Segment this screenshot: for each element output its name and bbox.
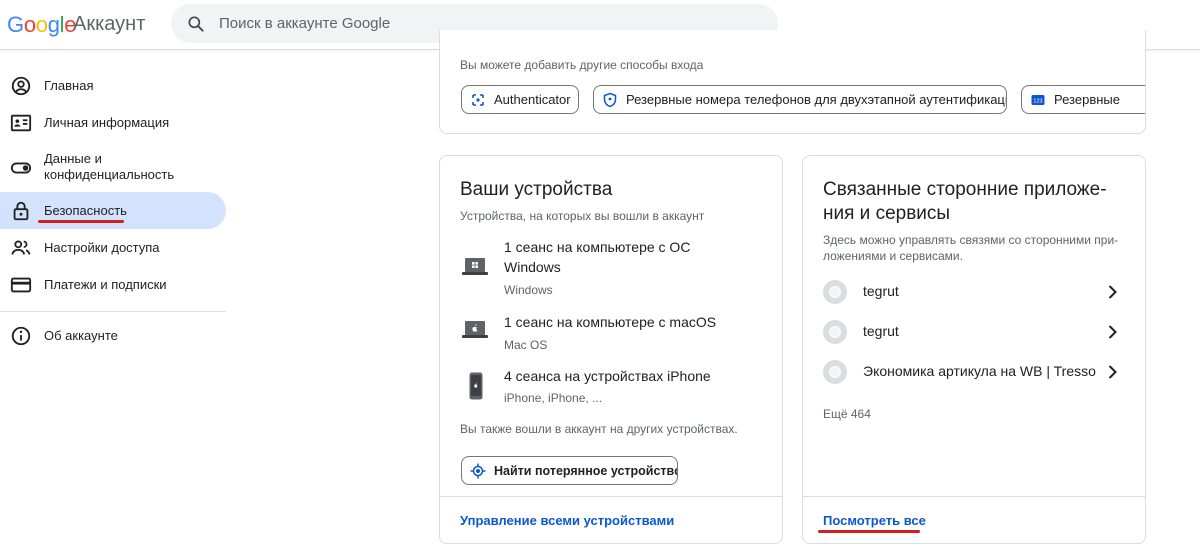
app-item[interactable]: Экономика артикула на WB | Tresso (803, 352, 1144, 392)
manage-devices-link[interactable]: Управление всеми устройствами (460, 513, 674, 528)
apps-title: Связанные сторонние приложе- (823, 179, 1107, 200)
app-avatar (823, 360, 847, 384)
credit-card-icon (10, 277, 32, 293)
id-card-icon (10, 114, 32, 132)
app-name: tegrut (863, 283, 899, 299)
sidebar-item-label: Главная (44, 78, 94, 93)
info-icon (11, 326, 31, 346)
card-divider (440, 496, 782, 497)
devices-subtitle: Устройства, на которых вы вошли в аккаун… (460, 209, 705, 223)
card-divider (803, 496, 1145, 497)
chevron-right-icon (1108, 325, 1117, 339)
devices-title: Ваши устройства (460, 179, 613, 200)
device-title: 1 сеанс на компьютере с macOS (504, 314, 717, 330)
find-lost-device-button[interactable]: Найти потерянное устройство (461, 456, 678, 485)
more-apps-count: Ещё 464 (823, 407, 871, 421)
device-title: 4 сеанса на устройствах iPhone (504, 368, 711, 384)
signin-methods-hint: Вы можете добавить другие способы входа (460, 58, 704, 72)
annotation-underline (818, 530, 920, 533)
device-subtitle: Windows (504, 283, 553, 297)
authenticator-chip[interactable]: Authenticator (461, 85, 579, 114)
toggle-icon (10, 162, 32, 174)
device-title-cont: Windows (504, 259, 561, 275)
device-title: 1 сеанс на компьютере с ОС (504, 239, 691, 255)
chevron-right-icon (1108, 365, 1117, 379)
account-circle-icon (11, 76, 31, 96)
sidebar-item-label: Настройки доступа (44, 240, 160, 255)
chip-label: Резервные (1054, 92, 1120, 107)
chip-label: Резервные номера телефонов для двухэтапн… (626, 92, 1007, 107)
google-logo[interactable]: Google (7, 12, 76, 38)
people-icon (11, 240, 31, 255)
app-name: Экономика артикула на WB | Tresso (863, 363, 1096, 379)
sidebar-item-home[interactable]: Главная (0, 72, 226, 100)
locate-icon (470, 463, 486, 478)
see-all-link[interactable]: Посмотреть все (823, 513, 926, 528)
apps-description: Здесь можно управлять связями со сторонн… (823, 233, 1119, 247)
chevron-right-icon (1108, 285, 1117, 299)
authenticator-icon (472, 93, 484, 106)
sidebar-item-label: Платежи и подписки (44, 277, 167, 292)
app-avatar (823, 280, 847, 304)
sidebar-item-payments[interactable]: Платежи и подписки (0, 271, 226, 299)
backup-codes-chip[interactable]: 123 Резервные (1021, 85, 1145, 114)
apps-description-cont: ложениями и сервисами. (823, 249, 963, 263)
backup-phones-chip[interactable]: Резервные номера телефонов для двухэтапн… (593, 85, 1007, 114)
sidebar-item-label: Личная информация (44, 115, 170, 130)
app-avatar (823, 320, 847, 344)
sidebar-item-sharing[interactable]: Настройки доступа (0, 234, 226, 262)
sidebar-item-security[interactable]: Безопасность (0, 192, 226, 229)
shield-icon (603, 92, 617, 107)
apps-title-cont: ния и сервисы (823, 203, 951, 224)
sidebar-item-label: Данные и конфиденциальность (44, 151, 175, 182)
third-party-apps-card: Связанные сторонние приложе- ния и серви… (802, 155, 1146, 544)
sidebar-item-about[interactable]: Об аккаунте (0, 322, 226, 350)
product-name: Аккаунт (73, 13, 146, 35)
laptop-mac-icon (462, 321, 488, 338)
chip-label: Authenticator (494, 92, 571, 107)
device-subtitle: iPhone, iPhone, ... (504, 391, 603, 405)
sidebar-item-data-privacy[interactable]: Данные и конфиденциальность (0, 148, 226, 188)
button-label: Найти потерянное устройство (494, 463, 678, 478)
svg-text:123: 123 (1033, 98, 1042, 104)
sidebar-item-label: Безопасность (44, 203, 127, 218)
lock-icon (13, 201, 29, 221)
backup-codes-icon: 123 (1031, 94, 1045, 105)
other-devices-note: Вы также вошли в аккаунт на других устро… (460, 422, 738, 436)
annotation-underline (38, 220, 124, 223)
phone-icon (469, 372, 483, 400)
devices-card: Ваши устройства Устройства, на которых в… (439, 155, 783, 544)
app-item[interactable]: tegrut (803, 312, 1144, 352)
app-item[interactable]: tegrut (803, 272, 1144, 312)
sidebar-divider (0, 311, 226, 312)
app-name: tegrut (863, 323, 899, 339)
search-icon[interactable] (186, 14, 206, 34)
signin-methods-card: Вы можете добавить другие способы входа … (439, 30, 1146, 134)
device-subtitle: Mac OS (504, 338, 548, 352)
laptop-windows-icon (462, 258, 488, 275)
sidebar-item-label: Об аккаунте (44, 328, 118, 343)
sidebar-item-personal-info[interactable]: Личная информация (0, 109, 226, 137)
